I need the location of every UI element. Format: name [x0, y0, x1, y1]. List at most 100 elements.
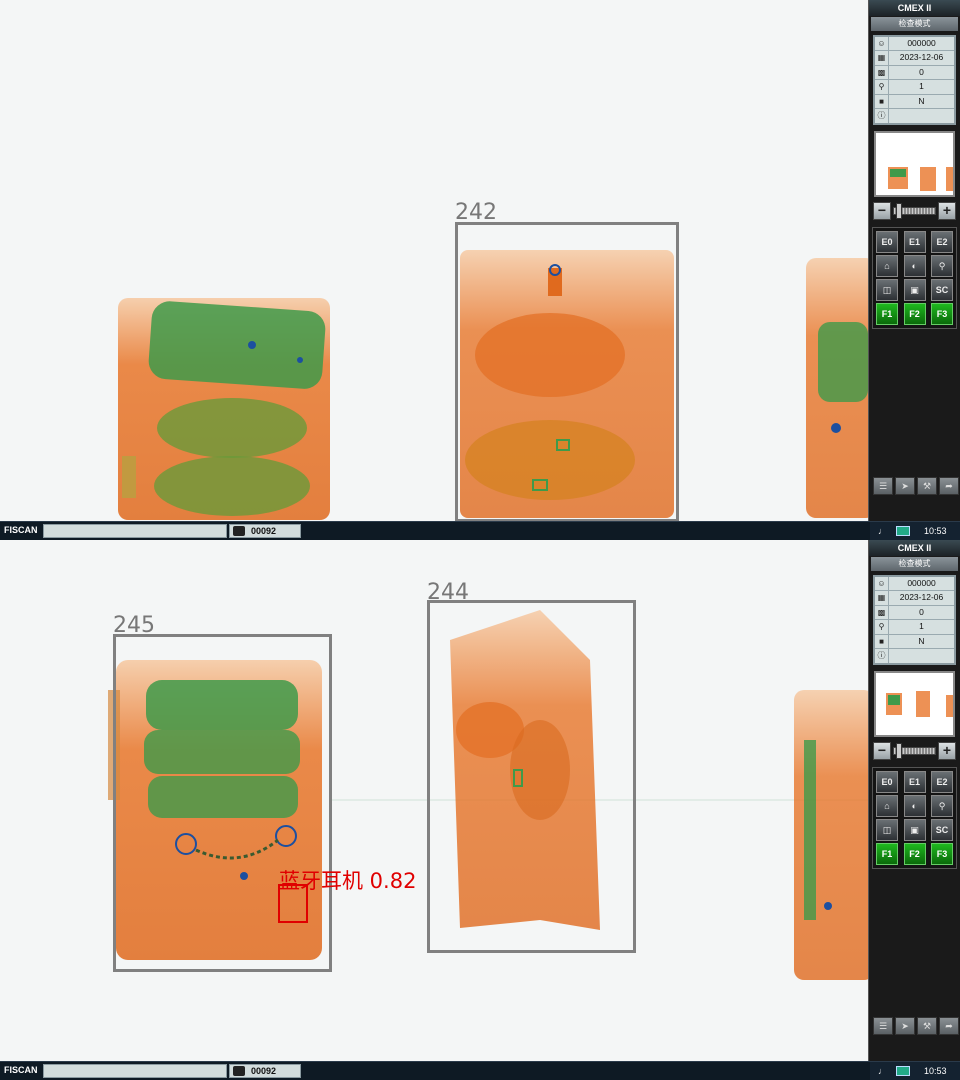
contrast-icon[interactable]: ◐ [903, 255, 926, 278]
zoom-slider-handle[interactable] [896, 743, 902, 760]
zoom-out-button[interactable]: − [873, 742, 891, 761]
mode-label: 检查模式 [871, 17, 958, 31]
volume-icon[interactable]: ♩ [878, 522, 887, 540]
status-bar: FISCAN 00092 ♩ 10:53 [0, 521, 960, 540]
info-row-info: ⓘ [875, 648, 954, 664]
info-table: ☺ 000000 ▦ 2023-12-06 ▩ 0 ⚲ 1 ■ N ⓘ [873, 35, 956, 126]
sc-button[interactable]: SC [931, 819, 953, 842]
info-icon: ⓘ [875, 108, 889, 124]
zoom-icon: ⚲ [875, 620, 889, 634]
zoom-slider[interactable] [893, 743, 936, 760]
menu-icon[interactable]: ☰ [873, 477, 893, 495]
bag-counter: 00092 [229, 1064, 301, 1078]
control-panel: CMEX II 检查模式 ☺ 000000 ▦ 2023-12-06 ▩ 0 ⚲ 1 ■… [868, 0, 960, 521]
bag-image-right-partial [806, 258, 868, 518]
network-icon[interactable] [896, 1066, 910, 1076]
volume-icon[interactable]: ♩ [878, 1062, 887, 1080]
magnify-icon[interactable]: ⚲ [931, 255, 953, 278]
home-icon[interactable]: ⌂ [876, 255, 898, 278]
sc-button[interactable]: SC [931, 279, 953, 302]
info-row-zoom: ⚲ 1 [875, 80, 954, 95]
top-screen: 242 CMEX II 检查模式 ☺ 000000 ▦ 2023-12-06 ▩ 0 … [0, 0, 960, 540]
bag-counter: 00092 [229, 524, 301, 538]
panel-bottom-icons: ☰ ➤ ⚒ ➦ [873, 477, 959, 495]
tools-icon[interactable]: ⚒ [917, 477, 937, 495]
zoom-icon: ⚲ [875, 80, 889, 94]
e1-button[interactable]: E1 [903, 771, 926, 794]
status-field [43, 1064, 227, 1078]
f2-button[interactable]: F2 [903, 843, 926, 866]
thumbnail-image [888, 167, 953, 192]
luggage-icon [233, 526, 245, 536]
e0-button[interactable]: E0 [876, 231, 898, 254]
bag-image-right-partial [794, 690, 868, 980]
zoom-slider-handle[interactable] [896, 203, 902, 220]
clock: 10:53 [924, 526, 947, 536]
info-row-count: ▩ 0 [875, 605, 954, 621]
info-row-alarm: ■ N [875, 634, 954, 649]
xray-image [118, 250, 868, 520]
thumbnail-image [886, 691, 953, 718]
forward-icon[interactable]: ➤ [895, 477, 915, 495]
system-tray: ♩ 10:53 [870, 1062, 960, 1080]
menu-icon[interactable]: ☰ [873, 1017, 893, 1035]
brand-label: FISCAN [4, 1065, 38, 1075]
xray-viewport[interactable]: 245 244 蓝牙耳机 0.82 [0, 540, 868, 1061]
status-field [43, 524, 227, 538]
zoom-out-button[interactable]: − [873, 202, 891, 221]
panel-bottom-icons: ☰ ➤ ⚒ ➦ [873, 1017, 959, 1035]
image-mode-icon[interactable]: ▣ [903, 279, 926, 302]
e0-button[interactable]: E0 [876, 771, 898, 794]
exit-icon[interactable]: ➦ [939, 1017, 959, 1035]
f1-button[interactable]: F1 [876, 843, 898, 866]
info-row-date: ▦ 2023-12-06 [875, 591, 954, 606]
f1-button[interactable]: F1 [876, 303, 898, 326]
exit-icon[interactable]: ➦ [939, 477, 959, 495]
info-icon: ⓘ [875, 648, 889, 664]
calendar-icon: ▦ [875, 51, 889, 65]
app-title: CMEX II [869, 540, 960, 556]
zoom-in-button[interactable]: + [938, 202, 956, 221]
invert-icon[interactable]: ◫ [876, 819, 898, 842]
magnify-icon[interactable]: ⚲ [931, 795, 953, 818]
info-row-operator: ☺ 000000 [875, 37, 954, 52]
home-icon[interactable]: ⌂ [876, 795, 898, 818]
thumbnail-preview[interactable] [874, 671, 955, 738]
status-bar: FISCAN 00092 ♩ 10:53 [0, 1061, 960, 1080]
alarm-icon: ■ [875, 634, 889, 648]
tools-icon[interactable]: ⚒ [917, 1017, 937, 1035]
info-table: ☺ 000000 ▦ 2023-12-06 ▩ 0 ⚲ 1 ■ N ⓘ [873, 575, 956, 666]
image-mode-icon[interactable]: ▣ [903, 819, 926, 842]
info-row-alarm: ■ N [875, 94, 954, 109]
e2-button[interactable]: E2 [931, 231, 953, 254]
f3-button[interactable]: F3 [931, 843, 953, 866]
zoom-slider[interactable] [893, 203, 936, 220]
bottom-screen: 245 244 蓝牙耳机 0.82 CMEX II 检查模式 ☺ 000000 ▦… [0, 540, 960, 1080]
f2-button[interactable]: F2 [903, 303, 926, 326]
alarm-icon: ■ [875, 94, 889, 108]
e2-button[interactable]: E2 [931, 771, 953, 794]
contrast-icon[interactable]: ◐ [903, 795, 926, 818]
invert-icon[interactable]: ◫ [876, 279, 898, 302]
forward-icon[interactable]: ➤ [895, 1017, 915, 1035]
e1-button[interactable]: E1 [903, 231, 926, 254]
info-row-operator: ☺ 000000 [875, 577, 954, 592]
info-row-date: ▦ 2023-12-06 [875, 51, 954, 66]
counter-icon: ▩ [875, 605, 889, 620]
system-tray: ♩ 10:53 [870, 522, 960, 540]
f3-button[interactable]: F3 [931, 303, 953, 326]
operator-icon: ☺ [875, 577, 889, 591]
network-icon[interactable] [896, 526, 910, 536]
xray-viewport[interactable]: 242 [0, 0, 868, 521]
zoom-in-button[interactable]: + [938, 742, 956, 761]
bag-bounding-box [427, 600, 636, 953]
thumbnail-preview[interactable] [874, 131, 955, 198]
calendar-icon: ▦ [875, 591, 889, 605]
zoom-control: − + [873, 741, 956, 761]
luggage-icon [233, 1066, 245, 1076]
mode-label: 检查模式 [871, 557, 958, 571]
clock: 10:53 [924, 1066, 947, 1076]
detection-box[interactable] [278, 884, 308, 923]
counter-icon: ▩ [875, 65, 889, 80]
operator-icon: ☺ [875, 37, 889, 51]
